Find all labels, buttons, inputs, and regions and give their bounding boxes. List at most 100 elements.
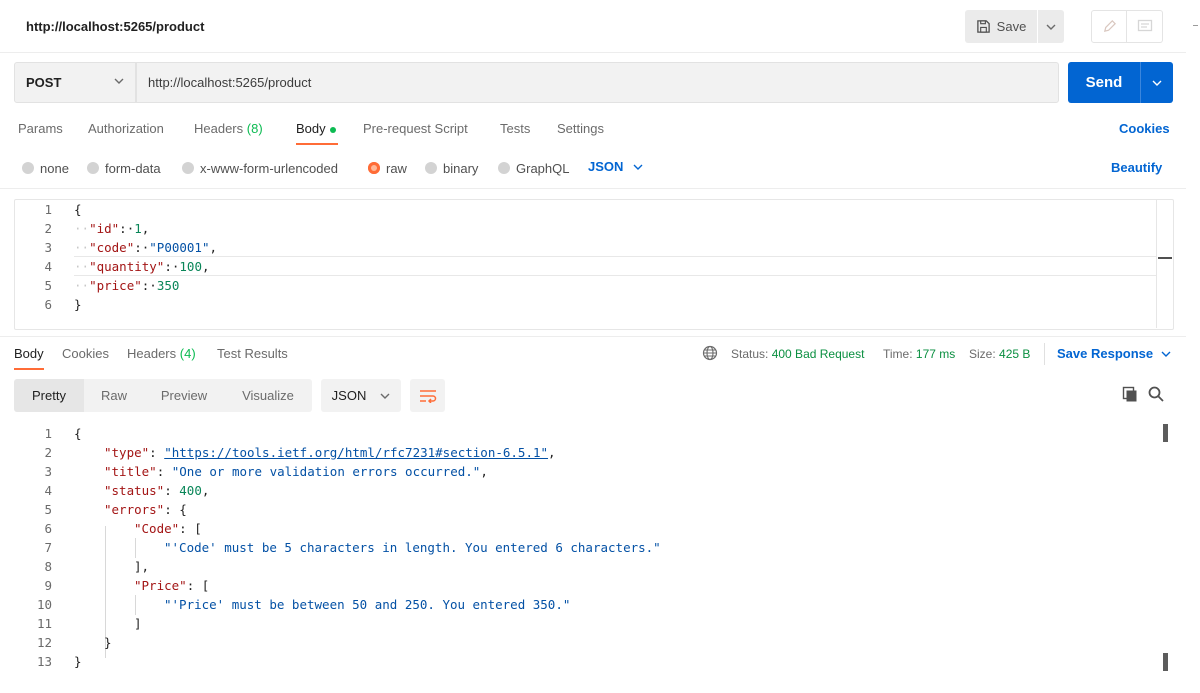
json-key: "errors" <box>104 502 165 517</box>
json-value: "'Code' must be 5 characters in length. … <box>164 540 661 555</box>
json-value: "P00001" <box>149 240 210 255</box>
line-number: 11 <box>36 616 52 631</box>
json-key: "title" <box>104 464 157 479</box>
tab-headers[interactable]: Headers (8) <box>194 121 263 136</box>
radio-label: binary <box>443 160 479 176</box>
status-label: Status: <box>731 347 769 361</box>
status-value[interactable]: 400 Bad Request <box>772 347 865 361</box>
response-tab-headers-count: (4) <box>179 346 196 361</box>
editor-scrollbar-marker <box>1158 257 1172 259</box>
radio-circle <box>87 162 99 174</box>
response-tab-headers-label: Headers <box>127 346 177 361</box>
radio-circle-selected <box>368 162 380 174</box>
body-indicator-dot <box>329 126 336 133</box>
response-scrollbar-top[interactable] <box>1163 424 1168 442</box>
json-value: 350 <box>156 278 180 293</box>
json-link-value[interactable]: "https://tools.ietf.org/html/rfc7231#sec… <box>164 445 548 460</box>
radio-label: GraphQL <box>516 160 570 176</box>
status-info: Status: 400 Bad Request <box>731 347 864 361</box>
radio-binary[interactable]: binary <box>425 160 478 176</box>
tab-headers-label: Headers <box>194 121 244 136</box>
line-number: 6 <box>44 521 52 536</box>
radio-circle <box>182 162 194 174</box>
radio-none[interactable]: none <box>22 160 69 176</box>
line-number: 3 <box>44 464 52 479</box>
divider <box>0 336 1186 337</box>
radio-label: x-www-form-urlencoded <box>200 160 338 176</box>
tab-tests[interactable]: Tests <box>500 121 530 136</box>
search-icon[interactable] <box>1148 386 1164 405</box>
line-number: 1 <box>44 202 52 217</box>
response-format-label: JSON <box>331 388 367 403</box>
view-raw-button[interactable]: Raw <box>84 379 144 412</box>
json-value: "One or more validation errors occurred.… <box>171 464 481 479</box>
send-options-button[interactable] <box>1140 62 1173 103</box>
url-input[interactable]: http://localhost:5265/product <box>136 62 1059 103</box>
size-value[interactable]: 425 B <box>999 347 1030 361</box>
radio-label: none <box>40 160 69 176</box>
json-value: 400 <box>179 483 202 498</box>
response-active-tab-underline <box>14 368 44 370</box>
request-title[interactable]: http://localhost:5265/product <box>26 19 204 34</box>
tab-prerequest-script[interactable]: Pre-request Script <box>363 121 468 136</box>
pencil-icon <box>1103 20 1116 33</box>
view-preview-button[interactable]: Preview <box>144 379 224 412</box>
edit-button[interactable] <box>1091 10 1127 43</box>
radio-form-data[interactable]: form-data <box>87 160 161 176</box>
response-scrollbar-bottom[interactable] <box>1163 653 1168 671</box>
json-key: "Code" <box>134 521 180 536</box>
save-button[interactable]: Save <box>965 10 1037 43</box>
body-format-select[interactable]: JSON <box>588 159 643 174</box>
send-button[interactable]: Send <box>1068 62 1140 103</box>
method-label: POST <box>26 75 62 90</box>
response-tab-headers[interactable]: Headers (4) <box>127 346 196 361</box>
view-visualize-button[interactable]: Visualize <box>224 379 312 412</box>
radio-label: raw <box>386 160 407 176</box>
globe-icon[interactable] <box>702 345 718 364</box>
line-number: 4 <box>44 483 52 498</box>
line-number: 8 <box>44 559 52 574</box>
save-response-label: Save Response <box>1057 346 1154 361</box>
time-value[interactable]: 177 ms <box>916 347 955 361</box>
line-number: 12 <box>36 635 52 650</box>
tab-settings[interactable]: Settings <box>557 121 604 136</box>
chevron-down-icon <box>1046 24 1056 30</box>
line-number: 2 <box>44 445 52 460</box>
line-number: 7 <box>44 540 52 555</box>
view-pretty-button[interactable]: Pretty <box>14 379 84 412</box>
cookies-link[interactable]: Cookies <box>1119 121 1170 136</box>
beautify-button[interactable]: Beautify <box>1111 160 1162 175</box>
save-options-button[interactable] <box>1038 10 1064 43</box>
save-label: Save <box>996 19 1027 34</box>
response-format-select[interactable]: JSON <box>321 379 401 412</box>
tab-body[interactable]: Body <box>296 121 336 136</box>
chevron-down-icon <box>1161 351 1171 357</box>
window-edge-mark <box>1193 25 1198 26</box>
request-body-code[interactable]: 1{ 2 ··"id":·1, 3 ··"code":·"P00001", 4 ··"… <box>28 200 1148 320</box>
comment-icon <box>1137 19 1152 32</box>
line-number: 4 <box>44 259 52 274</box>
separator <box>1044 343 1045 365</box>
radio-circle <box>498 162 510 174</box>
radio-urlencoded[interactable]: x-www-form-urlencoded <box>182 160 338 176</box>
response-tab-test-results[interactable]: Test Results <box>217 346 288 361</box>
response-body-code[interactable]: 1{ 2 "type": "https://tools.ietf.org/html… <box>14 424 1154 674</box>
comments-button[interactable] <box>1127 10 1163 43</box>
radio-raw[interactable]: raw <box>368 160 407 176</box>
response-tab-cookies[interactable]: Cookies <box>62 346 109 361</box>
save-response-button[interactable]: Save Response <box>1057 346 1171 361</box>
radio-circle <box>425 162 437 174</box>
save-icon <box>976 20 990 33</box>
time-info: Time: 177 ms <box>883 347 955 361</box>
tab-params[interactable]: Params <box>18 121 63 136</box>
response-tab-body[interactable]: Body <box>14 346 44 361</box>
tab-authorization[interactable]: Authorization <box>88 121 164 136</box>
tab-headers-count: (8) <box>246 121 263 136</box>
wrap-lines-button[interactable] <box>410 379 445 412</box>
json-key: "status" <box>104 483 165 498</box>
copy-icon[interactable] <box>1122 386 1138 406</box>
tab-body-label: Body <box>296 121 326 136</box>
line-number: 3 <box>44 240 52 255</box>
radio-graphql[interactable]: GraphQL <box>498 160 569 176</box>
json-value: 1 <box>134 221 142 236</box>
